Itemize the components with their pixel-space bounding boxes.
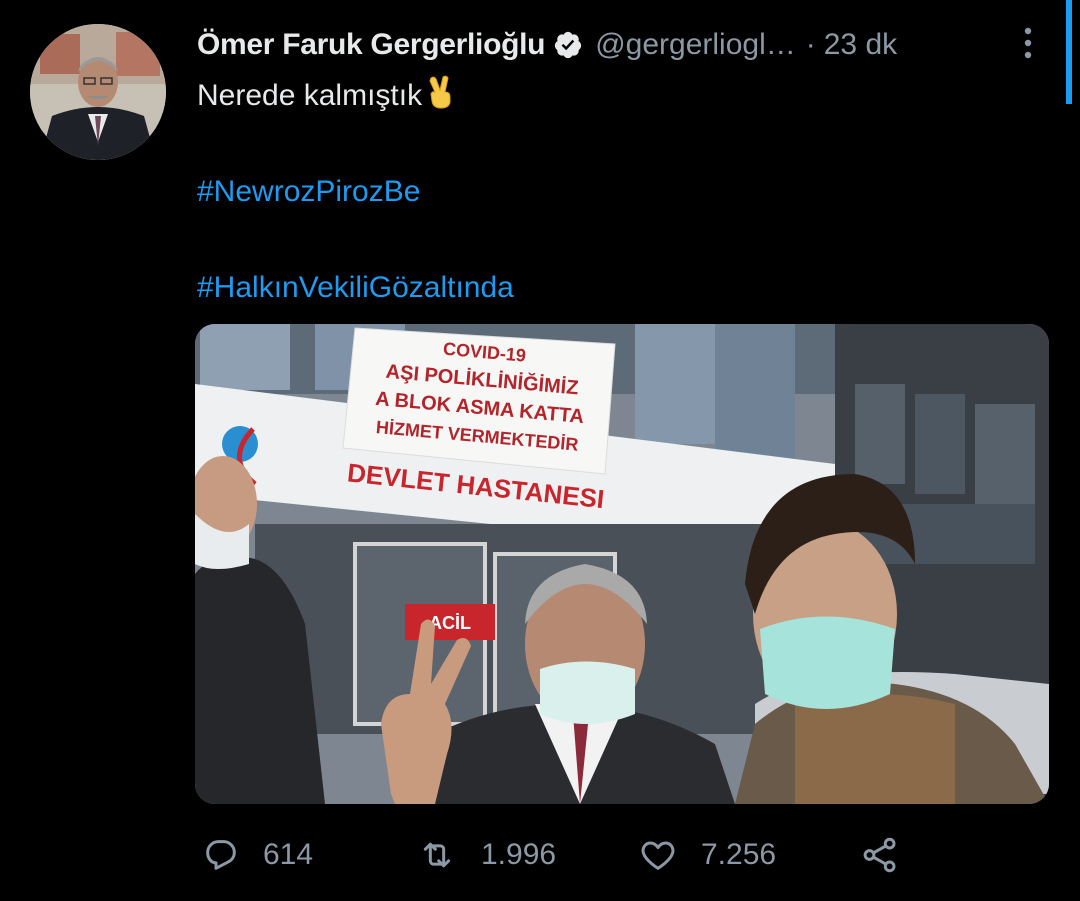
acil-sign-text: ACİL bbox=[429, 613, 471, 633]
author-handle[interactable]: @gergerliogl… bbox=[595, 28, 796, 62]
reply-icon bbox=[201, 835, 241, 875]
retweet-button[interactable]: 1.996 bbox=[415, 830, 556, 880]
scroll-indicator bbox=[1066, 0, 1072, 104]
retweet-count: 1.996 bbox=[481, 838, 557, 871]
tweet-text: Nerede kalmıştık #NewrozPirozBe #HalkınV… bbox=[197, 72, 514, 312]
heart-icon bbox=[637, 835, 679, 875]
tweet-time[interactable]: 23 dk bbox=[824, 28, 897, 62]
victory-hand-emoji bbox=[426, 75, 456, 124]
like-count: 7.256 bbox=[701, 838, 777, 871]
avatar[interactable] bbox=[30, 24, 166, 160]
share-button[interactable] bbox=[859, 830, 901, 880]
tweet-text-line: Nerede kalmıştık bbox=[197, 79, 423, 112]
verified-badge-icon bbox=[553, 30, 583, 60]
photo-scene: DEVLET HASTANESI COVID-19 AŞI POLİKLİNİĞ… bbox=[195, 324, 1049, 804]
more-vertical-icon[interactable] bbox=[1018, 26, 1038, 60]
tweet-header: Ömer Faruk Gergerlioğlu @gergerliogl… · … bbox=[197, 24, 897, 66]
separator-dot: · bbox=[805, 28, 816, 61]
share-icon bbox=[859, 834, 901, 876]
tweet-photo[interactable]: DEVLET HASTANESI COVID-19 AŞI POLİKLİNİĞ… bbox=[195, 324, 1049, 804]
hashtag-link[interactable]: #NewrozPirozBe bbox=[197, 175, 420, 208]
tweet-actions: 614 1.996 7.256 bbox=[195, 830, 955, 880]
author-name[interactable]: Ömer Faruk Gergerlioğlu bbox=[197, 28, 546, 62]
tweet[interactable]: Ömer Faruk Gergerlioğlu @gergerliogl… · … bbox=[0, 0, 1080, 901]
reply-button[interactable]: 614 bbox=[201, 830, 313, 880]
like-button[interactable]: 7.256 bbox=[637, 830, 776, 880]
hashtag-link[interactable]: #HalkınVekiliGözaltında bbox=[197, 271, 514, 304]
retweet-icon bbox=[415, 835, 459, 875]
reply-count: 614 bbox=[263, 838, 314, 871]
